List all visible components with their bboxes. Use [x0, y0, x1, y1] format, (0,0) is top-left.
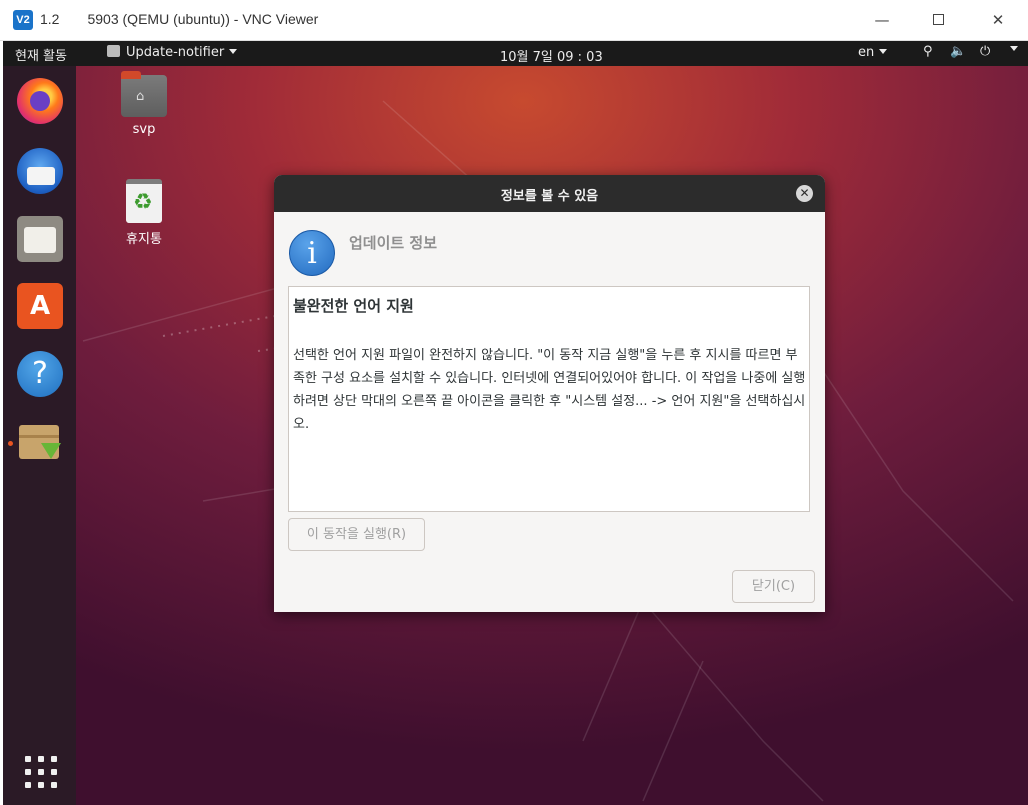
vnc-titlebar: V2 1.2 5903 (QEMU (ubuntu)) - VNC Viewer… [0, 0, 1028, 41]
clock[interactable]: 10월 7일 09 : 03 [500, 46, 603, 65]
help-icon[interactable]: ? [17, 351, 63, 397]
dialog-close-button[interactable]: ✕ [796, 185, 813, 202]
activities-button[interactable]: 현재 활동 [15, 45, 67, 64]
vnc-logo-icon: V2 [13, 10, 33, 30]
home-glyph: ⌂ [136, 89, 145, 104]
dialog-header: 정보를 볼 수 있음 ✕ [274, 175, 825, 212]
thunderbird-icon[interactable] [17, 148, 63, 194]
chevron-down-icon [229, 49, 238, 54]
firefox-icon[interactable] [17, 78, 63, 124]
software-updater-icon[interactable] [17, 421, 63, 467]
input-language-label: en [858, 45, 875, 60]
download-arrow-shape [41, 443, 61, 459]
info-icon: i [289, 230, 335, 276]
message-heading: 불완전한 언어 지원 [293, 297, 414, 315]
information-dialog: 정보를 볼 수 있음 ✕ i 업데이트 정보 불완전한 언어 지원 선택한 언어… [274, 175, 825, 612]
files-icon[interactable] [17, 216, 63, 262]
vnc-window-title: 1.2 5903 (QEMU (ubuntu)) - VNC Viewer [40, 11, 319, 27]
show-apps-icon[interactable] [25, 756, 57, 788]
desktop-trash[interactable]: ♻ 휴지통 [109, 179, 179, 247]
dock: A ? [3, 66, 76, 805]
trash-label: 휴지통 [126, 232, 162, 247]
message-body: 선택한 언어 지원 파일이 완전하지 않습니다. "이 동작 지금 실행"을 누… [293, 348, 806, 432]
message-textbox[interactable]: 불완전한 언어 지원 선택한 언어 지원 파일이 완전하지 않습니다. "이 동… [288, 286, 810, 512]
network-icon: ⚲ [923, 44, 933, 59]
system-menu[interactable]: ⚲ 🔈 ⏻ [923, 44, 1023, 64]
trash-icon: ♻ [126, 179, 162, 223]
volume-icon: 🔈 [950, 44, 967, 59]
home-folder-icon: ⌂ [121, 71, 167, 117]
recycle-glyph: ♻ [133, 190, 153, 215]
maximize-button[interactable] [925, 8, 951, 32]
minimize-button[interactable]: — [869, 8, 895, 32]
running-indicator [8, 441, 13, 446]
dialog-heading: 업데이트 정보 [349, 234, 438, 252]
home-folder-label: svp [132, 122, 156, 137]
run-action-button[interactable]: 이 동작을 실행(R) [288, 518, 425, 551]
input-language-menu[interactable]: en [858, 45, 888, 60]
power-icon: ⏻ [980, 44, 991, 59]
close-window-button[interactable]: ✕ [985, 8, 1011, 32]
app-menu-icon [107, 45, 120, 57]
chevron-down-icon [879, 49, 888, 54]
desktop-home-folder[interactable]: ⌂ svp [109, 71, 179, 137]
app-menu[interactable]: Update-notifier [107, 45, 238, 60]
app-menu-label: Update-notifier [126, 45, 225, 60]
chevron-down-icon [1010, 46, 1018, 51]
ubuntu-desktop: 현재 활동 Update-notifier 10월 7일 09 : 03 en … [3, 41, 1028, 805]
dialog-title: 정보를 볼 수 있음 [500, 189, 599, 204]
top-bar: 현재 활동 Update-notifier 10월 7일 09 : 03 en … [3, 41, 1028, 66]
close-button[interactable]: 닫기(C) [732, 570, 815, 603]
software-icon[interactable]: A [17, 283, 63, 329]
maximize-icon [932, 14, 944, 25]
